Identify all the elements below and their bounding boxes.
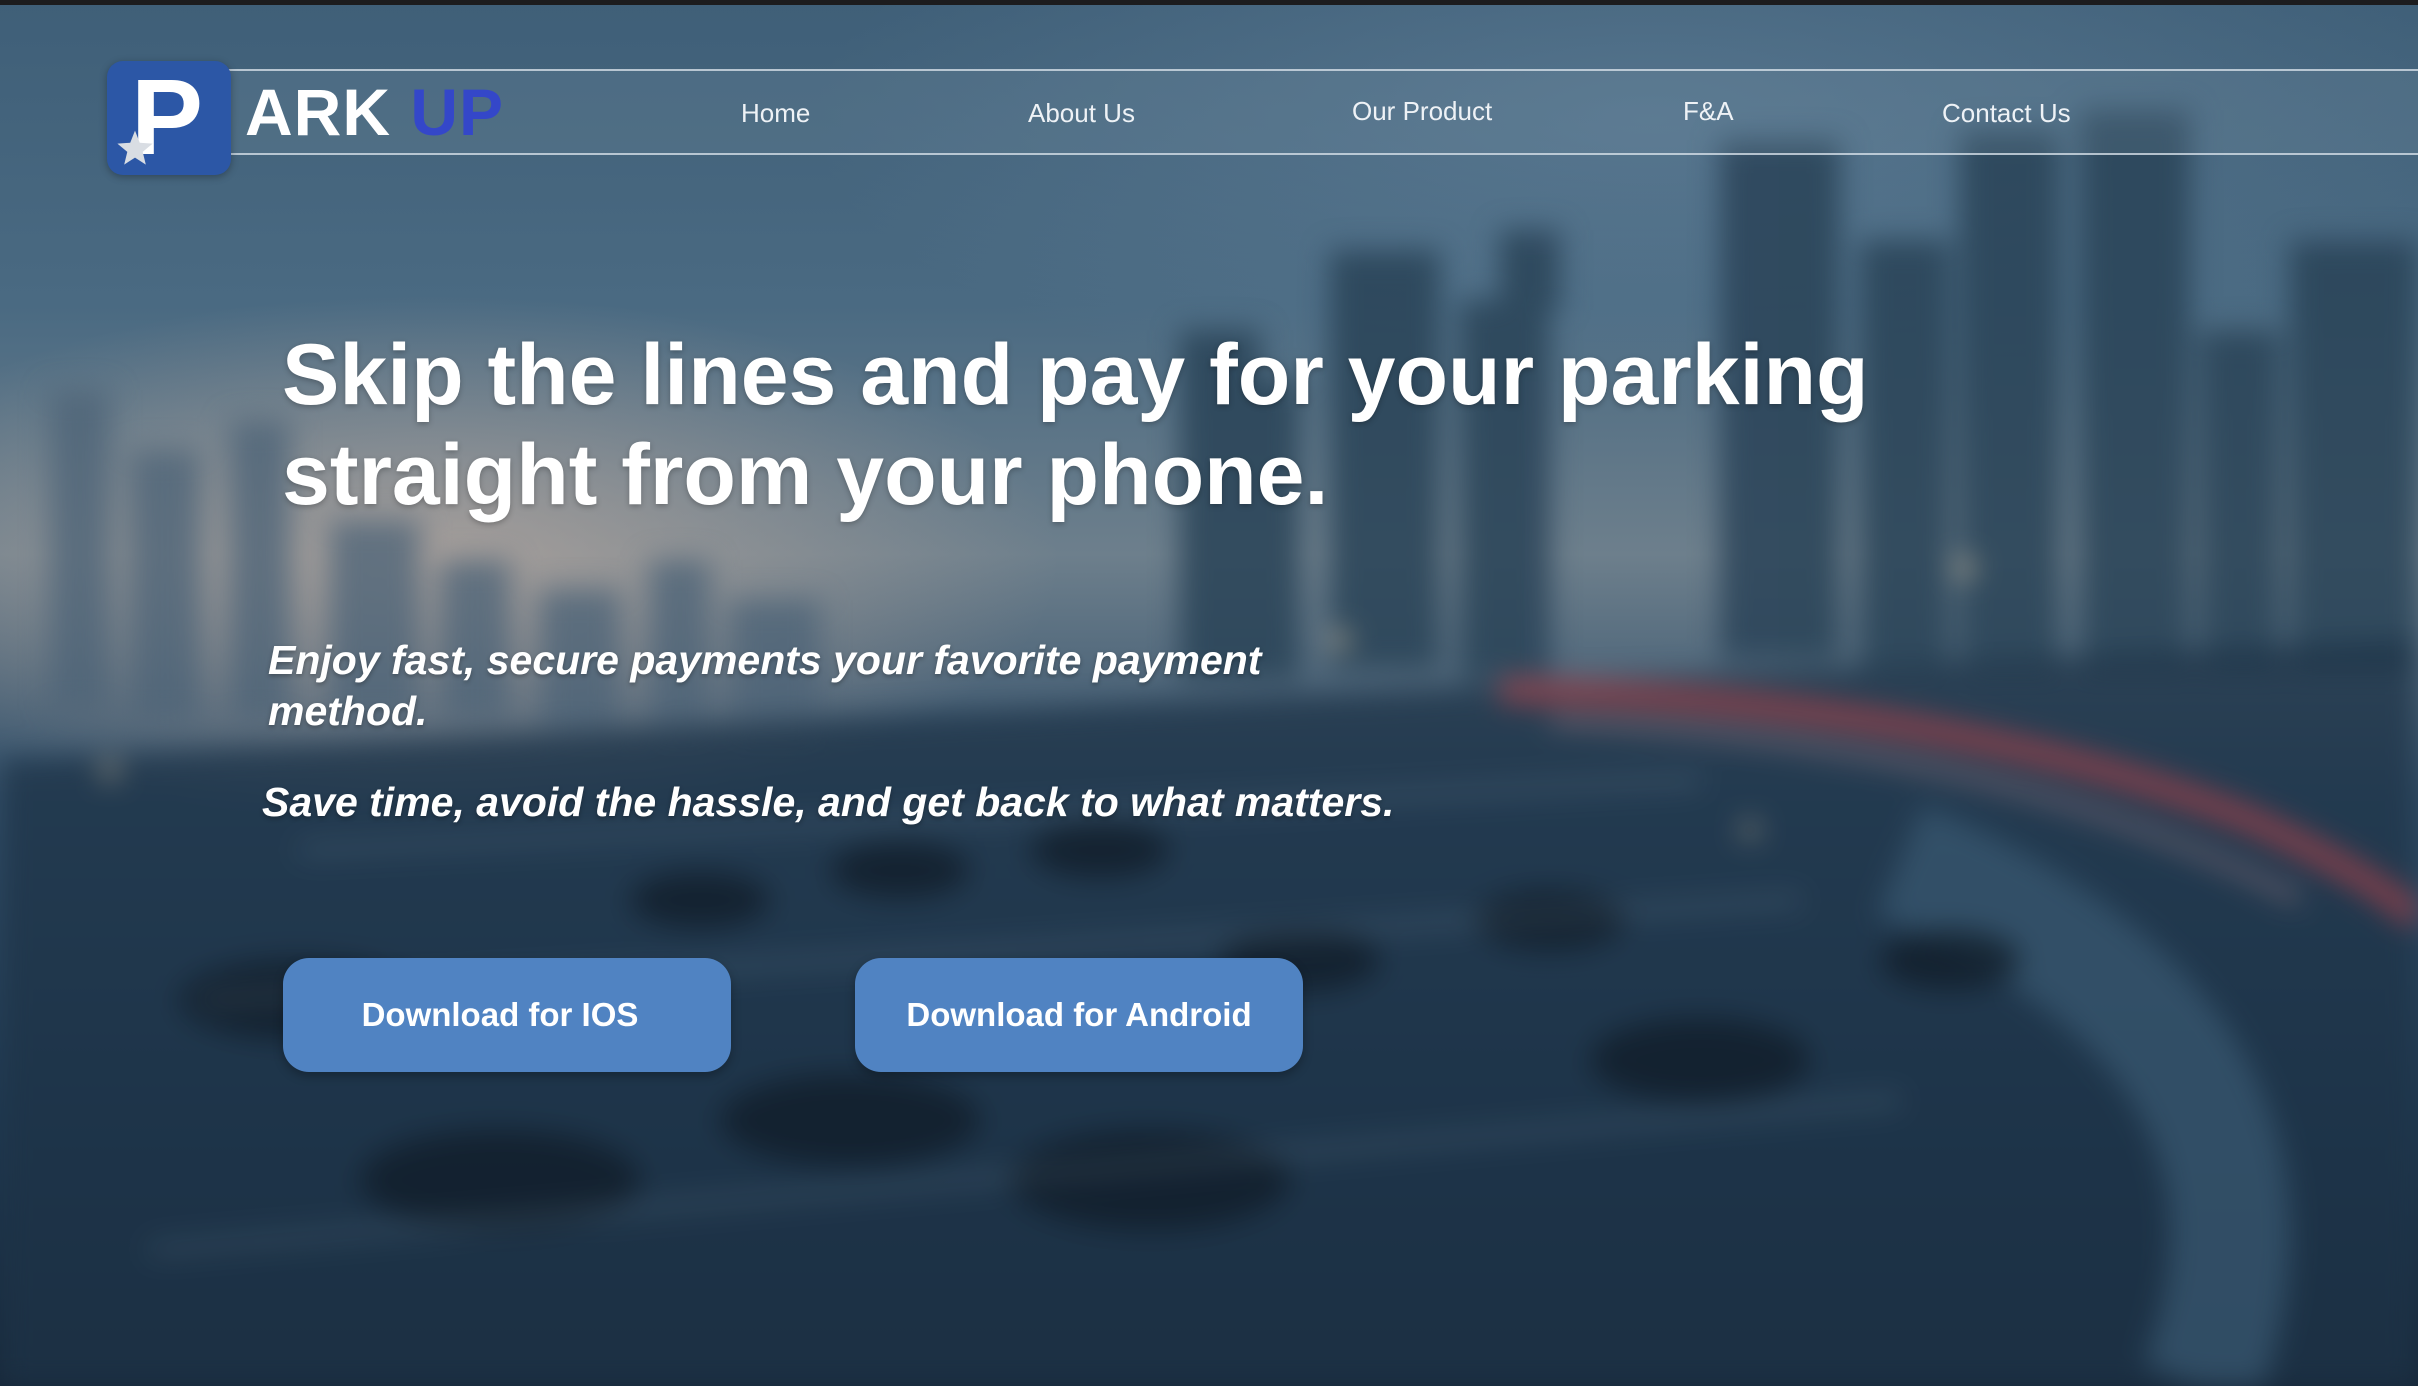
nav-about-us[interactable]: About Us [1028,96,1135,130]
brand-logo[interactable]: P [107,61,231,175]
nav-contact-us[interactable]: Contact Us [1942,96,2071,130]
nav-faq[interactable]: F&A [1683,94,1734,128]
hero-title: Skip the lines and pay for your parking … [282,327,1869,523]
download-android-button[interactable]: Download for Android [855,958,1303,1072]
brand-name-part2: UP [410,75,505,149]
brand-name-part1: ARK [245,75,391,149]
hero-subtitle-1: Enjoy fast, secure payments your favorit… [268,637,1262,734]
brand-name: ARK UP [245,72,504,152]
hero-subtitle-2: Save time, avoid the hassle, and get bac… [262,779,1395,825]
landing-page: P ARK UP Home About Us Our Product F&A C… [0,0,2418,1386]
nav-home[interactable]: Home [741,96,810,130]
window-top-edge [0,0,2418,5]
nav-our-product[interactable]: Our Product [1352,94,1492,128]
download-ios-button[interactable]: Download for IOS [283,958,731,1072]
star-icon [117,130,153,165]
